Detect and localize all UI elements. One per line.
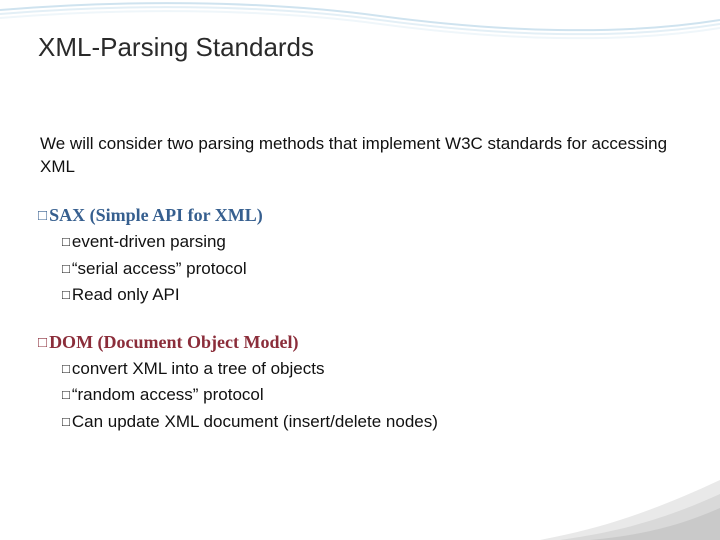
section-heading-dom: □DOM (Document Object Model)	[38, 332, 682, 353]
section-sax: □SAX (Simple API for XML) □event-driven …	[38, 205, 682, 308]
list-item: □“random access” protocol	[62, 383, 682, 408]
slide-title: XML-Parsing Standards	[38, 32, 682, 63]
square-bullet-icon: □	[62, 387, 70, 402]
square-bullet-icon: □	[62, 361, 70, 376]
section-heading-sax: □SAX (Simple API for XML)	[38, 205, 682, 226]
section-heading-dom-text: DOM (Document Object Model)	[49, 332, 298, 352]
list-item: □Read only API	[62, 283, 682, 308]
section-heading-sax-text: SAX (Simple API for XML)	[49, 205, 263, 225]
list-item: □“serial access” protocol	[62, 257, 682, 282]
square-bullet-icon: □	[62, 261, 70, 276]
list-item: □event-driven parsing	[62, 230, 682, 255]
decorative-corner-bottom-right	[540, 450, 720, 540]
list-item: □Can update XML document (insert/delete …	[62, 410, 682, 435]
section-dom: □DOM (Document Object Model) □convert XM…	[38, 332, 682, 435]
intro-paragraph: We will consider two parsing methods tha…	[38, 133, 682, 179]
square-bullet-icon: □	[62, 234, 70, 249]
square-bullet-icon: □	[38, 207, 47, 224]
square-bullet-icon: □	[38, 334, 47, 351]
square-bullet-icon: □	[62, 287, 70, 302]
square-bullet-icon: □	[62, 414, 70, 429]
slide-body: XML-Parsing Standards We will consider t…	[0, 0, 720, 435]
list-item: □convert XML into a tree of objects	[62, 357, 682, 382]
